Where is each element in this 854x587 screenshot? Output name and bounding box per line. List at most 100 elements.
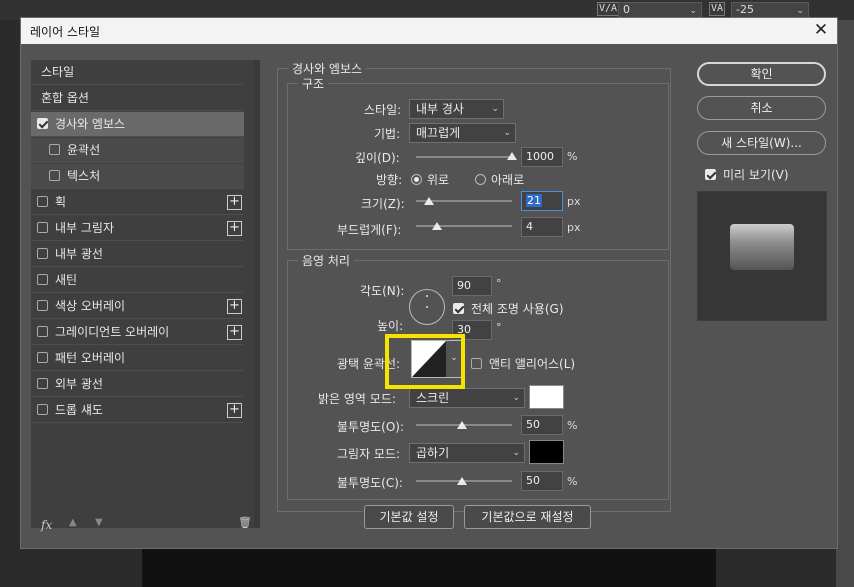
- highlight-mode-select[interactable]: 스크린 ⌄: [409, 388, 525, 408]
- technique-select[interactable]: 매끄럽게 ⌄: [409, 123, 516, 143]
- style-list-item-outer-glow[interactable]: 외부 광선: [31, 372, 244, 397]
- size-value: 21: [526, 194, 542, 207]
- highlight-opacity-thumb[interactable]: [457, 421, 467, 429]
- preview-label: 미리 보기(V): [723, 168, 789, 182]
- shading-title: 음영 처리: [298, 252, 354, 269]
- style-list-item-bevel-emboss[interactable]: 경사와 엠보스: [31, 112, 244, 137]
- soften-slider[interactable]: [416, 225, 512, 227]
- chevron-down-icon: ⌄: [796, 6, 804, 16]
- shadow-mode-select[interactable]: 곱하기 ⌄: [409, 443, 525, 463]
- tracking-value-2: -25: [736, 3, 754, 16]
- style-list-item-color-overlay[interactable]: 색상 오버레이 +: [31, 294, 244, 319]
- shadow-opacity-thumb[interactable]: [457, 477, 467, 485]
- style-list-item-pattern-overlay[interactable]: 패턴 오버레이: [31, 346, 244, 371]
- texture-checkbox[interactable]: [49, 170, 60, 181]
- size-input[interactable]: 21: [521, 191, 563, 211]
- chevron-down-icon: ⌄: [503, 128, 511, 138]
- list-item-label: 텍스처: [67, 169, 101, 183]
- tracking-field-2[interactable]: -25 ⌄: [731, 2, 809, 18]
- drop-shadow-checkbox[interactable]: [37, 404, 48, 415]
- tracking-icon: VA: [709, 2, 726, 16]
- style-list-item-satin[interactable]: 새틴: [31, 268, 244, 293]
- list-item-label: 색상 오버레이: [55, 299, 126, 313]
- style-select[interactable]: 내부 경사 ⌄: [409, 99, 504, 119]
- list-item-label: 스타일: [41, 65, 75, 79]
- dialog-titlebar: 레이어 스타일 ✕: [21, 18, 837, 44]
- angle-input[interactable]: 90: [452, 276, 492, 296]
- shadow-opacity-input[interactable]: 50: [521, 471, 563, 491]
- stroke-checkbox[interactable]: [37, 196, 48, 207]
- angle-value: 90: [457, 279, 471, 292]
- style-list-item-contour[interactable]: 윤곽선: [31, 138, 244, 163]
- preview-checkbox[interactable]: 미리 보기(V): [705, 166, 789, 183]
- fx-icon[interactable]: fx: [41, 518, 52, 532]
- highlight-mode-value: 스크린: [416, 391, 450, 405]
- angle-dial-center: [426, 306, 428, 308]
- layer-style-dialog: 레이어 스타일 ✕ 스타일 혼합 옵션 경사와 엠보스 윤곽선 텍스처 획 + …: [20, 17, 838, 549]
- satin-checkbox[interactable]: [37, 274, 48, 285]
- altitude-label: 높이:: [377, 319, 404, 333]
- pattern-overlay-checkbox[interactable]: [37, 352, 48, 363]
- add-color-overlay-button[interactable]: +: [227, 299, 242, 314]
- depth-label: 깊이(D):: [355, 151, 400, 165]
- add-drop-shadow-button[interactable]: +: [227, 403, 242, 418]
- highlight-mode-label: 밝은 영역 모드:: [318, 392, 396, 406]
- inner-glow-checkbox[interactable]: [37, 248, 48, 259]
- make-default-button[interactable]: 기본값 설정: [364, 505, 454, 529]
- style-list-item-inner-glow[interactable]: 내부 광선: [31, 242, 244, 267]
- list-item-label: 윤곽선: [67, 143, 101, 157]
- shadow-opacity-label: 불투명도(C):: [337, 476, 403, 490]
- chevron-down-icon: ⌄: [491, 104, 499, 114]
- angle-dial[interactable]: [409, 289, 445, 325]
- anti-alias-checkbox[interactable]: 앤티 앨리어스(L): [471, 355, 575, 372]
- style-list-item-gradient-overlay[interactable]: 그레이디언트 오버레이 +: [31, 320, 244, 345]
- depth-slider[interactable]: [416, 156, 512, 158]
- global-light-label: 전체 조명 사용(G): [471, 302, 564, 316]
- contour-checkbox[interactable]: [49, 144, 60, 155]
- highlight-color-swatch[interactable]: [529, 385, 564, 409]
- depth-input[interactable]: 1000: [521, 147, 563, 167]
- style-list-item-inner-shadow[interactable]: 내부 그림자 +: [31, 216, 244, 241]
- bevel-emboss-checkbox[interactable]: [37, 118, 48, 129]
- add-inner-shadow-button[interactable]: +: [227, 221, 242, 236]
- style-list-item-texture[interactable]: 텍스처: [31, 164, 244, 189]
- gradient-overlay-checkbox[interactable]: [37, 326, 48, 337]
- soften-unit: px: [567, 221, 581, 234]
- style-list-item-styles[interactable]: 스타일: [31, 60, 244, 85]
- list-scrollbar[interactable]: [254, 60, 260, 528]
- move-down-icon[interactable]: ▼: [95, 517, 103, 528]
- global-light-checkbox[interactable]: 전체 조명 사용(G): [453, 300, 564, 317]
- style-list-item-stroke[interactable]: 획 +: [31, 190, 244, 215]
- list-item-label: 외부 광선: [55, 377, 103, 391]
- add-stroke-button[interactable]: +: [227, 195, 242, 210]
- direction-up-radio[interactable]: 위로: [411, 171, 449, 188]
- soften-input[interactable]: 4: [521, 217, 563, 237]
- trash-icon[interactable]: 🗑: [238, 516, 252, 529]
- soften-value: 4: [526, 220, 533, 233]
- color-overlay-checkbox[interactable]: [37, 300, 48, 311]
- direction-down-radio[interactable]: 아래로: [475, 171, 524, 188]
- depth-slider-thumb[interactable]: [507, 152, 517, 160]
- shadow-opacity-unit: %: [567, 475, 578, 488]
- soften-slider-thumb[interactable]: [432, 222, 442, 230]
- add-gradient-overlay-button[interactable]: +: [227, 325, 242, 340]
- highlight-opacity-input[interactable]: 50: [521, 415, 563, 435]
- shadow-color-swatch[interactable]: [529, 440, 564, 464]
- new-style-button[interactable]: 새 스타일(W)...: [697, 131, 826, 155]
- size-slider-thumb[interactable]: [424, 197, 434, 205]
- outer-glow-checkbox[interactable]: [37, 378, 48, 389]
- shadow-mode-value: 곱하기: [416, 446, 450, 460]
- style-list-item-blending-options[interactable]: 혼합 옵션: [31, 86, 244, 111]
- size-label: 크기(Z):: [361, 197, 405, 211]
- close-button[interactable]: ✕: [809, 20, 833, 42]
- reset-default-button[interactable]: 기본값으로 재설정: [464, 505, 591, 529]
- inner-shadow-checkbox[interactable]: [37, 222, 48, 233]
- style-select-value: 내부 경사: [416, 102, 464, 116]
- style-list-item-drop-shadow[interactable]: 드롭 섀도 +: [31, 398, 244, 423]
- soften-label: 부드럽게(F):: [337, 223, 402, 237]
- ok-button[interactable]: 확인: [697, 62, 826, 86]
- cancel-button[interactable]: 취소: [697, 96, 826, 120]
- preview-swatch: [730, 224, 794, 270]
- tracking-field-1[interactable]: 0 ⌄: [618, 2, 702, 18]
- move-up-icon[interactable]: ▲: [69, 517, 77, 528]
